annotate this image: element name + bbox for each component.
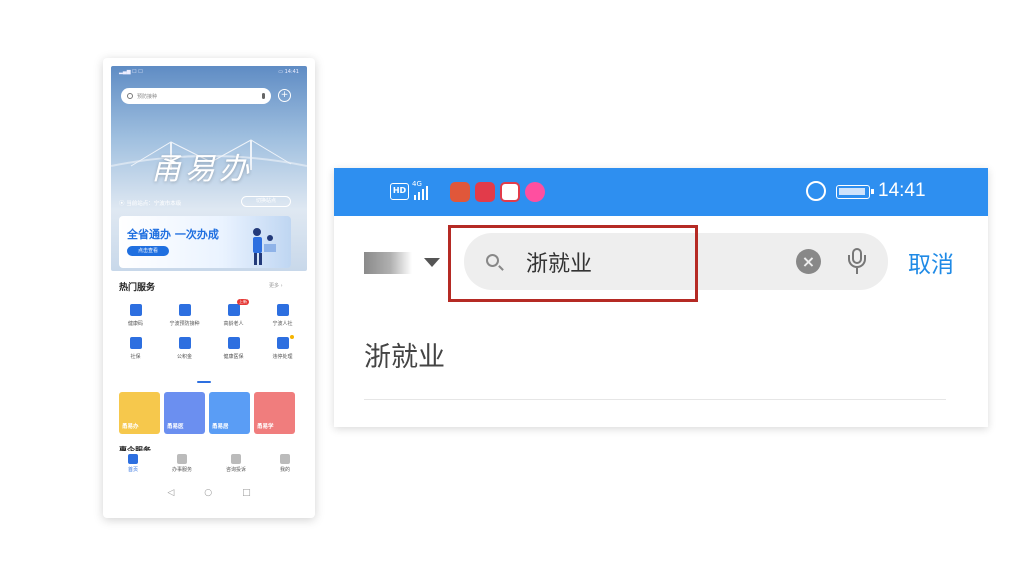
chat-icon [230,454,241,464]
user-icon [279,454,290,464]
service-label: 高龄老人 [223,321,244,327]
nav-label: 办事服务 [171,467,192,473]
app-notification-icon [475,182,495,202]
phone-screenshot: ▂▄▆ ☐ ☐ ▭ 14:41 预防接种 + 甬易办 ⦿ 当前站点：宁波市本级 切… [103,58,315,518]
more-link[interactable]: 更多 › [269,282,283,289]
divider [364,399,946,400]
bottom-nav: 首页 办事服务 咨询投诉 我的 [111,454,307,482]
nav-label: 首页 [127,467,138,473]
battery-icon [836,185,874,199]
service-item[interactable]: 上新 高龄老人 [209,299,258,327]
service-item[interactable]: 健康码 [111,304,160,327]
person-icon [276,304,289,316]
feature-card-label: 甬易医 [167,424,184,430]
service-item[interactable]: 社保 [111,337,160,360]
feature-card-label: 甬易学 [257,424,274,430]
nav-label: 咨询投诉 [225,467,246,473]
alarm-icon [806,181,826,201]
chevron-down-icon[interactable] [424,258,440,267]
feature-card[interactable]: 甬易学 [254,392,295,434]
feature-cards: 甬易办 甬易医 甬易居 甬易学 [119,392,295,434]
service-label: 宁波人社 [272,321,293,327]
app-notification-icon [450,182,470,202]
nav-services[interactable]: 办事服务 [172,454,192,482]
service-label: 社保 [130,354,141,360]
home-icon [127,454,138,464]
hd-icon: HD [390,183,409,200]
switch-site-button[interactable]: 切换站点 [241,196,291,207]
banner-title: 全省通办 一次办成 [127,228,219,241]
search-suggestion[interactable]: 浙就业 [364,335,445,374]
status-bar: HD 4G 14:41 [334,168,988,216]
service-item[interactable]: 公积金 [160,337,209,360]
signal-icon [414,182,428,200]
nav-profile[interactable]: 我的 [279,454,290,482]
location-text: ⦿ 当前站点：宁波市本级 [119,201,182,207]
app-notification-icon [525,182,545,202]
new-badge: 上新 [237,299,249,305]
feature-card[interactable]: 甬易医 [164,392,205,434]
service-label: 健康医保 [223,354,244,360]
page-indicator [197,381,211,383]
mic-icon[interactable] [262,93,265,99]
hot-services-title: 热门服务 [119,283,156,293]
home-button-icon[interactable]: ○ [204,488,212,498]
service-item[interactable]: 健康医保 [209,337,258,360]
sub-section-title: 惠企服务 [119,446,151,451]
service-label: 宁波预防接种 [169,321,200,327]
people-illustration [253,228,276,265]
add-icon[interactable]: + [278,89,291,102]
services-icon [176,454,187,464]
service-item[interactable]: 违停处理 [258,335,307,360]
app-logo: 甬易办 [151,152,253,187]
phone-search-bar[interactable]: 预防接种 [121,88,271,104]
zoomed-search-screenshot: HD 4G 14:41 浙就业 × 取消 浙就业 [334,168,988,427]
qr-code-icon [129,304,142,316]
phone-search-placeholder: 预防接种 [137,93,158,100]
system-nav-bar: ◁ ○ □ [111,486,307,500]
phone-status-bar: ▂▄▆ ☐ ☐ ▭ 14:41 [119,69,299,75]
region-selector[interactable] [364,252,412,274]
recents-icon[interactable]: □ [242,488,251,498]
nav-consult[interactable]: 咨询投诉 [226,454,246,482]
heart-hands-icon [129,337,142,349]
feature-card[interactable]: 甬易办 [119,392,160,434]
promo-banner[interactable]: 全省通办 一次办成 点击查看 [119,216,291,268]
clear-icon[interactable]: × [796,249,821,274]
car-icon [276,337,289,349]
back-icon[interactable]: ◁ [167,488,174,498]
nav-home[interactable]: 首页 [127,454,138,482]
service-label: 健康码 [127,321,143,327]
mic-icon[interactable] [848,248,866,275]
search-icon [127,93,133,99]
service-item[interactable]: 宁波人社 [258,304,307,327]
app-notification-icon [500,182,520,202]
services-grid: 健康码 宁波预防接种 上新 高龄老人 宁波人社 社保 公积金 健康医保 违停处理 [111,299,307,360]
nav-label: 我的 [279,467,290,473]
service-item[interactable]: 宁波预防接种 [160,304,209,327]
highlight-box [448,225,698,302]
feature-card-label: 甬易办 [122,424,139,430]
elder-icon [227,304,240,316]
status-time: 14:41 [878,180,926,201]
feature-card-label: 甬易居 [212,424,229,430]
feature-card[interactable]: 甬易居 [209,392,250,434]
service-label: 违停处理 [272,354,293,360]
medical-icon [227,337,240,349]
banner-button[interactable]: 点击查看 [127,246,169,256]
syringe-icon [178,304,191,316]
service-label: 公积金 [176,354,192,360]
house-icon [178,337,191,349]
notification-dot [290,335,294,339]
hero-banner: ▂▄▆ ☐ ☐ ▭ 14:41 预防接种 + 甬易办 ⦿ 当前站点：宁波市本级 切… [111,66,307,271]
cancel-button[interactable]: 取消 [908,245,954,279]
